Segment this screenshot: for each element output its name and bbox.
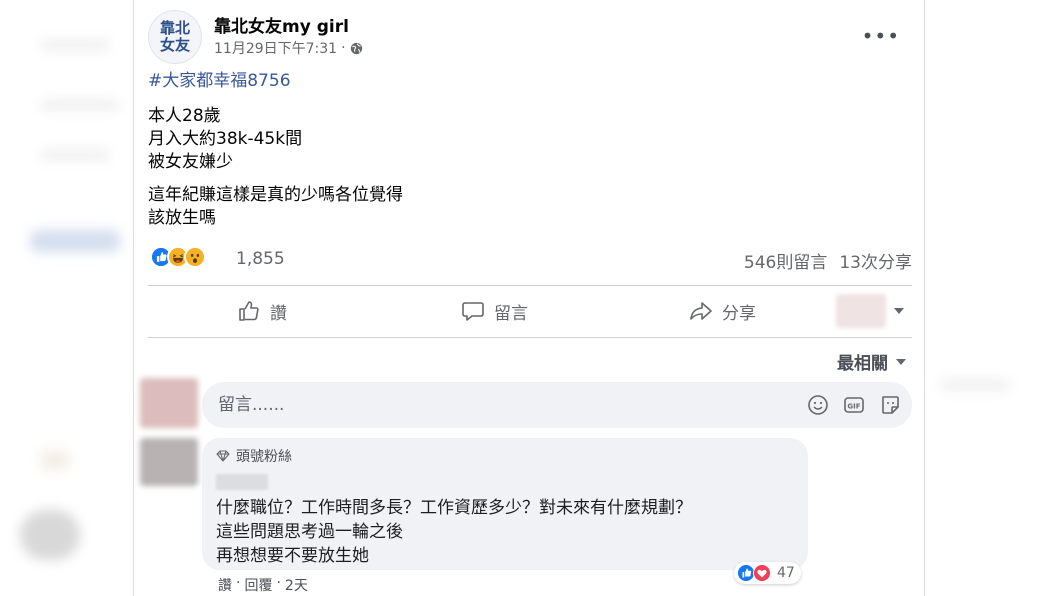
comment-button[interactable]: 留言	[460, 298, 528, 324]
comment-reply-link[interactable]: 回覆	[244, 575, 272, 595]
avatar-text-top: 靠北	[159, 19, 190, 37]
body-line: 月入大約38k-45k間	[148, 129, 303, 149]
share-label: 分享	[722, 303, 756, 324]
emoji-icon[interactable]	[807, 394, 829, 416]
share-icon	[690, 302, 712, 320]
blurred-background-element	[20, 510, 80, 560]
blurred-background-element	[30, 230, 120, 252]
body-line: 被女友嫌少	[148, 152, 233, 172]
post-meta: 11月29日下午7:31 ·	[214, 38, 363, 58]
post-stats: 1,855 546則留言 13次分享	[148, 246, 912, 273]
body-line: 這年紀賺這樣是真的少嗎各位覺得	[148, 185, 403, 205]
user-avatar	[140, 378, 198, 428]
wow-reaction-icon	[184, 246, 206, 268]
globe-icon	[350, 42, 362, 54]
like-label: 讚	[270, 303, 287, 324]
hashtag-link[interactable]: #大家都幸福8756	[148, 70, 403, 93]
blurred-background-element	[940, 380, 1010, 390]
comment-text: 什麼職位？工作時間多長？工作資歷多少？對未來有什麼規劃？ 這些問題思考過一輪之後…	[216, 496, 794, 568]
page-avatar[interactable]: 靠北 女友	[148, 10, 202, 64]
chevron-down-icon	[894, 308, 904, 314]
svg-text:GIF: GIF	[847, 403, 860, 411]
blurred-background-element	[40, 450, 70, 470]
comment-line: 什麼職位？工作時間多長？工作資歷多少？對未來有什麼規劃？	[216, 498, 692, 518]
gif-icon[interactable]: GIF	[843, 394, 865, 416]
comment-bubble: 頭號粉絲 什麼職位？工作時間多長？工作資歷多少？對未來有什麼規劃？ 這些問題思考…	[202, 438, 808, 570]
body-line: 本人28歲	[148, 106, 221, 126]
post-timestamp[interactable]: 11月29日下午7:31	[214, 38, 337, 58]
divider	[148, 285, 912, 286]
comment-reactions[interactable]: 47	[734, 562, 801, 584]
blurred-background-element	[40, 40, 110, 50]
comment-icon	[462, 302, 484, 321]
blurred-background-element	[40, 100, 120, 110]
facebook-post: 靠北 女友 靠北女友my girl 11月29日下午7:31 · ••• #大家…	[133, 0, 925, 596]
comment-input[interactable]	[202, 382, 912, 428]
post-body: #大家都幸福8756 本人28歲 月入大約38k-45k間 被女友嫌少 這年紀賺…	[148, 70, 403, 230]
share-count-link[interactable]: 13次分享	[839, 248, 912, 273]
divider	[148, 337, 912, 338]
comment-sort-dropdown[interactable]: 最相關	[837, 349, 906, 374]
comment-item: 頭號粉絲 什麼職位？工作時間多長？工作資歷多少？對未來有什麼規劃？ 這些問題思考…	[140, 438, 920, 596]
comment-count-link[interactable]: 546則留言	[744, 248, 827, 273]
viewer-identity-switch[interactable]	[836, 294, 904, 328]
comment-actions: 讚 · 回覆 · 2天	[218, 575, 308, 595]
composer-tools: GIF	[807, 394, 901, 416]
post-action-bar: 讚 留言 分享	[148, 288, 912, 334]
viewer-avatar	[836, 294, 886, 328]
comment-like-link[interactable]: 讚	[218, 575, 232, 595]
reaction-icons[interactable]	[150, 246, 206, 268]
sticker-icon[interactable]	[879, 394, 901, 416]
comment-label: 留言	[494, 303, 528, 324]
share-button[interactable]: 分享	[688, 298, 756, 324]
meta-separator: ·	[341, 40, 346, 56]
diamond-icon	[216, 450, 230, 462]
love-reaction-icon	[753, 564, 771, 582]
post-header: 靠北 女友 靠北女友my girl 11月29日下午7:31 · •••	[148, 10, 908, 64]
like-button[interactable]: 讚	[236, 298, 287, 324]
page-name-link[interactable]: 靠北女友my girl	[214, 12, 349, 37]
chevron-down-icon	[896, 358, 906, 365]
separator: ·	[276, 575, 281, 591]
sort-label: 最相關	[837, 354, 888, 374]
top-fan-badge: 頭號粉絲	[216, 446, 794, 466]
comment-timestamp[interactable]: 2天	[285, 575, 308, 595]
like-icon	[239, 301, 259, 321]
badge-label: 頭號粉絲	[236, 449, 292, 465]
comment-line: 再想想要不要放生她	[216, 546, 369, 566]
avatar-text-bottom: 女友	[159, 36, 190, 54]
blurred-background-element	[40, 150, 110, 160]
comment-composer: GIF	[140, 378, 915, 428]
engagement-counts: 546則留言 13次分享	[744, 248, 912, 273]
commenter-name[interactable]	[216, 474, 268, 490]
reaction-count[interactable]: 1,855	[236, 249, 285, 269]
comment-line: 這些問題思考過一輪之後	[216, 522, 403, 542]
comment-reaction-count: 47	[777, 565, 795, 581]
separator: ·	[236, 575, 241, 591]
commenter-avatar[interactable]	[140, 438, 198, 486]
more-options-icon[interactable]: •••	[862, 24, 900, 48]
body-line: 該放生嗎	[148, 208, 216, 228]
